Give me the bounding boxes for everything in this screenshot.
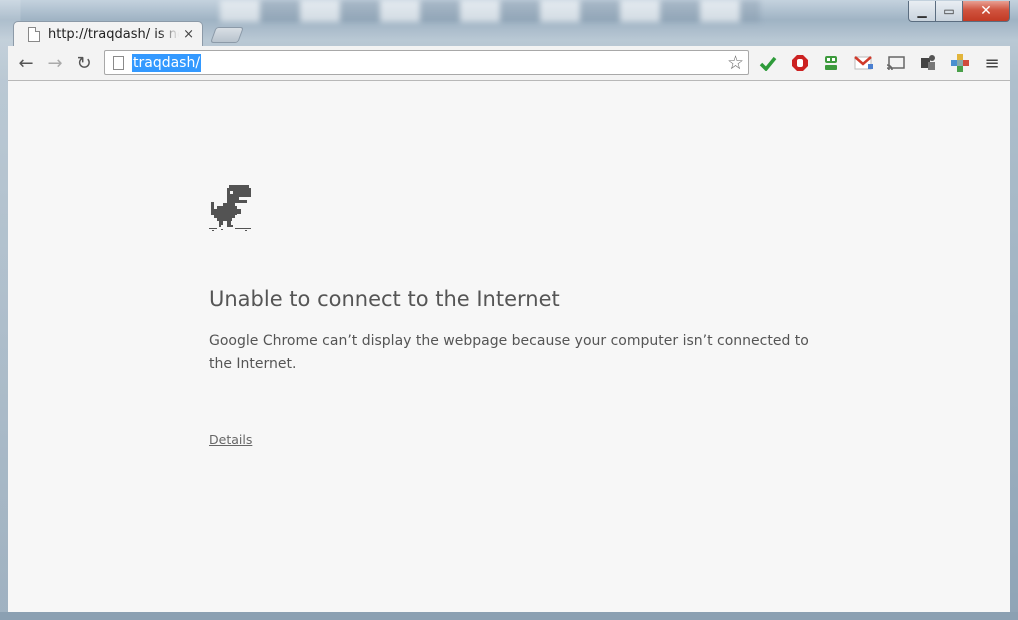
stop-sign-icon[interactable] xyxy=(790,54,810,72)
toolbar: ← → ↻ traqdash/ ☆ ≡ xyxy=(8,46,1010,81)
back-arrow-icon: ← xyxy=(18,52,34,74)
window-controls: ▁ ▭ ✕ xyxy=(908,1,1010,23)
gmail-icon[interactable] xyxy=(854,54,874,72)
minimize-button[interactable]: ▁ xyxy=(908,1,936,22)
reload-icon: ↻ xyxy=(76,52,92,74)
hamburger-menu-icon: ≡ xyxy=(984,52,1000,74)
reload-button[interactable]: ↻ xyxy=(74,52,94,74)
forward-arrow-icon: → xyxy=(47,52,63,74)
extension-dark-icon[interactable] xyxy=(918,54,938,72)
maximize-button[interactable]: ▭ xyxy=(936,1,963,22)
page-icon xyxy=(113,55,124,70)
close-window-button[interactable]: ✕ xyxy=(963,1,1010,22)
details-link[interactable]: Details xyxy=(209,432,252,447)
tab-title: http://traqdash/ is not available xyxy=(48,27,180,42)
error-headline: Unable to connect to the Internet xyxy=(209,287,560,311)
robot-icon[interactable] xyxy=(821,54,841,72)
page-icon xyxy=(28,27,40,42)
checkmark-icon[interactable] xyxy=(758,54,778,72)
cast-icon[interactable] xyxy=(886,54,906,72)
new-tab-button[interactable] xyxy=(210,27,244,43)
address-bar[interactable]: traqdash/ ☆ xyxy=(104,50,749,75)
window-bottom-border xyxy=(0,612,1018,620)
chrome-menu-button[interactable]: ≡ xyxy=(982,52,1002,74)
active-tab[interactable]: http://traqdash/ is not available × xyxy=(13,21,203,47)
bookmark-star-icon[interactable]: ☆ xyxy=(727,52,744,74)
page-content: Unable to connect to the Internet Google… xyxy=(8,81,1010,612)
back-button[interactable]: ← xyxy=(16,52,36,74)
tab-close-icon[interactable]: × xyxy=(183,27,194,42)
puzzle-icon[interactable] xyxy=(950,54,970,72)
error-description: Google Chrome can’t display the webpage … xyxy=(209,333,809,372)
url-text[interactable]: traqdash/ xyxy=(132,53,202,72)
offline-dinosaur-icon xyxy=(209,185,251,231)
forward-button[interactable]: → xyxy=(45,52,65,74)
